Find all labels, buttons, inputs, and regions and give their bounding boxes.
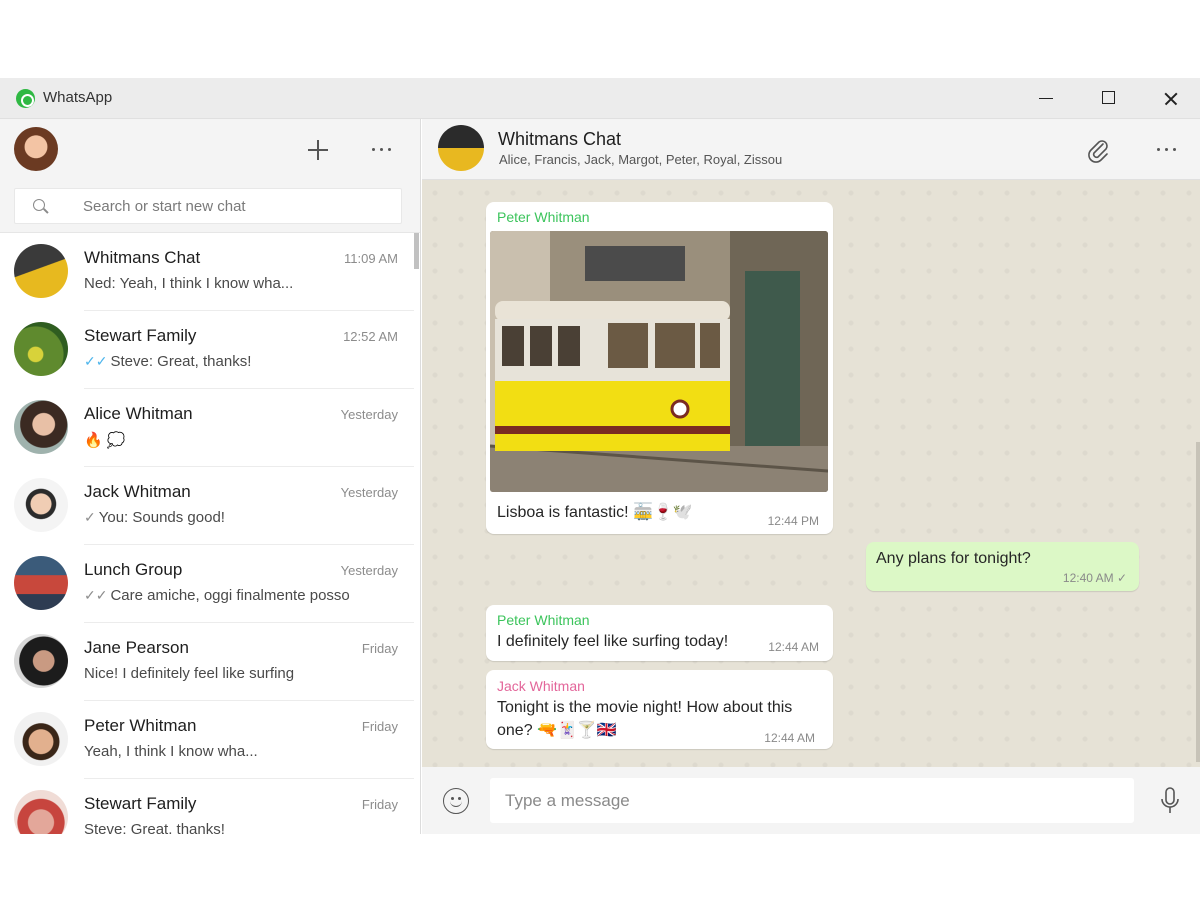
message-time: 12:44 AM	[764, 731, 815, 745]
chat-time: Yesterday	[340, 563, 398, 578]
my-profile-avatar[interactable]	[14, 127, 58, 171]
chat-name: Jack Whitman	[84, 482, 191, 501]
message-bubble-outgoing[interactable]: Any plans for tonight? 12:40 AM ✓	[866, 542, 1139, 591]
chat-time: Friday	[361, 797, 398, 812]
avatar	[14, 400, 68, 454]
conversation-menu-button[interactable]	[1151, 136, 1181, 162]
title-bar: WhatsApp	[0, 78, 1200, 119]
read-receipt-icon: ✓✓	[84, 353, 108, 369]
message-input[interactable]	[490, 778, 1134, 823]
message-text: I definitely feel like surfing today!	[497, 633, 729, 650]
chat-time: Yesterday	[340, 485, 398, 500]
chat-time: 11:09 AM	[344, 251, 398, 266]
avatar	[14, 244, 68, 298]
chat-list: Whitmans Chat 11:09 AM Ned: Yeah, I thin…	[0, 233, 420, 834]
search-bar	[0, 181, 420, 233]
chat-item-whitmans-chat[interactable]: Whitmans Chat 11:09 AM Ned: Yeah, I thin…	[0, 233, 414, 311]
emoji-button[interactable]	[443, 788, 469, 814]
chat-item-stewart-family-2[interactable]: Stewart Family Friday Steve: Great, than…	[0, 779, 414, 834]
message-bubble-incoming[interactable]: Peter Whitman Lisboa is fantastic! 🚋🍷🕊️ …	[486, 202, 833, 534]
message-sender: Peter Whitman	[497, 612, 590, 628]
chat-preview: Yeah, I think I know wha...	[84, 743, 258, 760]
chat-name: Peter Whitman	[84, 716, 197, 735]
chat-item-lunch-group[interactable]: Lunch Group Yesterday ✓✓ Care amiche, ogg…	[0, 545, 414, 623]
search-box[interactable]	[14, 188, 402, 224]
message-time: 12:44 PM	[767, 514, 819, 528]
message-bubble-incoming[interactable]: Jack Whitman Tonight is the movie night!…	[486, 670, 833, 749]
microphone-icon	[1161, 787, 1179, 813]
minimize-icon	[1039, 98, 1053, 99]
chat-item-alice-whitman[interactable]: Alice Whitman Yesterday 🔥 💭	[0, 389, 414, 467]
delivered-tick-icon: ✓✓	[84, 587, 108, 603]
message-scrollbar[interactable]	[1196, 442, 1200, 762]
chat-item-peter-whitman[interactable]: Peter Whitman Friday Yeah, I think I kno…	[0, 701, 414, 779]
paperclip-icon	[1088, 140, 1108, 163]
maximize-button[interactable]	[1077, 78, 1139, 119]
app-title: WhatsApp	[43, 89, 113, 106]
chat-name: Alice Whitman	[84, 404, 193, 423]
chat-time: Friday	[361, 641, 398, 656]
avatar	[14, 790, 68, 834]
whatsapp-window: WhatsApp Whitmans Chat 11:09 AM Ned: Yea…	[0, 78, 1200, 834]
chat-name: Whitmans Chat	[84, 248, 201, 267]
chat-list-panel: Whitmans Chat 11:09 AM Ned: Yeah, I thin…	[0, 119, 421, 834]
message-sender: Jack Whitman	[497, 678, 585, 694]
message-area[interactable]: Peter Whitman Lisboa is fantastic! 🚋🍷🕊️ …	[422, 180, 1200, 767]
maximize-icon	[1102, 91, 1115, 104]
chat-preview: ✓ You: Sounds good!	[84, 509, 225, 526]
chat-item-jane-pearson[interactable]: Jane Pearson Friday Nice! I definitely f…	[0, 623, 414, 701]
chat-name: Lunch Group	[84, 560, 183, 579]
close-button[interactable]	[1139, 78, 1200, 119]
message-text: Lisboa is fantastic! 🚋🍷🕊️	[497, 504, 693, 521]
search-icon	[33, 199, 45, 211]
message-sender: Peter Whitman	[497, 209, 590, 225]
chat-name: Jane Pearson	[84, 638, 189, 657]
chat-item-jack-whitman[interactable]: Jack Whitman Yesterday ✓ You: Sounds good…	[0, 467, 414, 545]
chat-preview: ✓✓ Care amiche, oggi finalmente posso	[84, 587, 350, 604]
smiley-icon	[450, 801, 462, 807]
chat-preview: Steve: Great, thanks!	[84, 821, 225, 834]
group-members: Alice, Francis, Jack, Margot, Peter, Roy…	[499, 152, 783, 167]
chat-name: Stewart Family	[84, 794, 197, 813]
group-avatar[interactable]	[438, 125, 484, 171]
chat-preview: Ned: Yeah, I think I know wha...	[84, 275, 294, 292]
avatar	[14, 322, 68, 376]
chat-time: Friday	[361, 719, 398, 734]
avatar	[14, 712, 68, 766]
sidebar-menu-button[interactable]	[366, 136, 396, 162]
avatar	[14, 634, 68, 688]
new-chat-button[interactable]	[305, 137, 331, 163]
chat-item-stewart-family[interactable]: Stewart Family 12:52 AM ✓✓ Steve: Great, …	[0, 311, 414, 389]
conversation-panel: Whitmans Chat Alice, Francis, Jack, Marg…	[422, 119, 1200, 834]
message-time: 12:44 AM	[768, 640, 819, 654]
message-bubble-incoming[interactable]: Peter Whitman I definitely feel like sur…	[486, 605, 833, 661]
minimize-button[interactable]	[1015, 78, 1077, 119]
compose-bar	[422, 767, 1200, 834]
conversation-header[interactable]: Whitmans Chat Alice, Francis, Jack, Marg…	[422, 119, 1200, 180]
attach-button[interactable]	[1086, 137, 1110, 163]
message-time: 12:40 AM ✓	[1062, 571, 1127, 585]
whatsapp-logo-icon	[16, 89, 35, 108]
tram-photo[interactable]	[490, 231, 828, 492]
conversation-title: Whitmans Chat	[498, 129, 622, 149]
message-text: Any plans for tonight?	[876, 550, 1031, 567]
tram-image	[490, 231, 828, 492]
avatar	[14, 556, 68, 610]
chat-preview: 🔥 💭	[84, 432, 126, 449]
sidebar-header	[0, 119, 420, 181]
chat-preview: ✓✓ Steve: Great, thanks!	[84, 353, 252, 370]
chat-name: Stewart Family	[84, 326, 197, 345]
search-input[interactable]	[81, 197, 381, 216]
sent-tick-icon: ✓	[84, 509, 96, 525]
chat-time: 12:52 AM	[343, 329, 398, 344]
chat-time: Yesterday	[340, 407, 398, 422]
voice-record-button[interactable]	[1160, 787, 1180, 815]
chat-preview: Nice! I definitely feel like surfing	[84, 665, 295, 682]
avatar	[14, 478, 68, 532]
chat-list-scrollbar[interactable]	[414, 233, 419, 269]
